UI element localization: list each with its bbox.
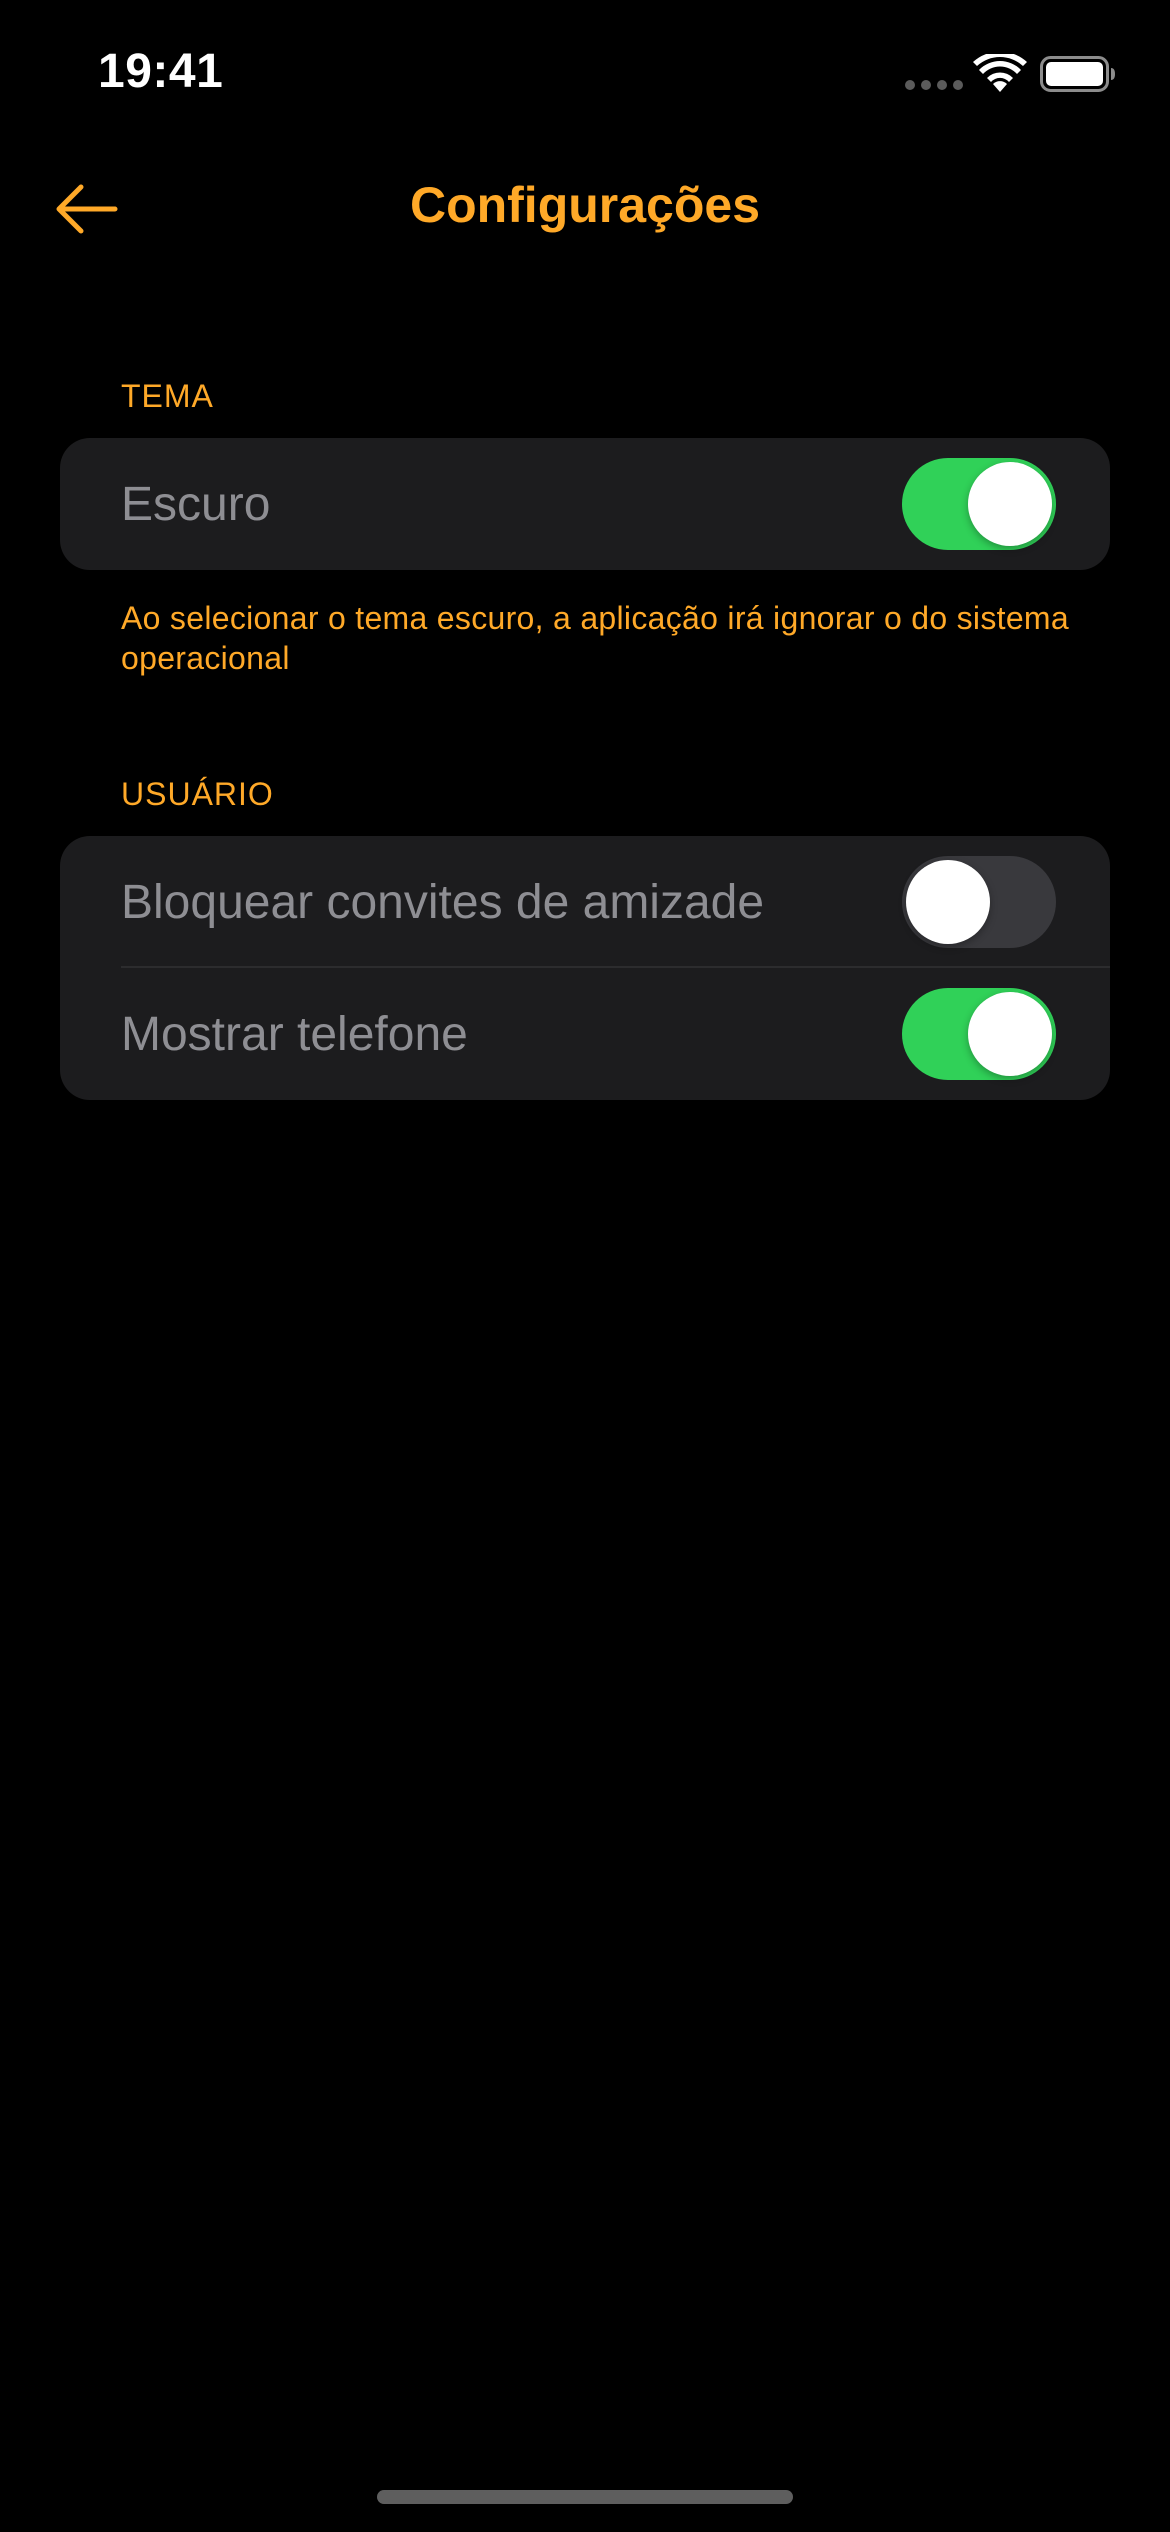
home-indicator[interactable] — [377, 2490, 793, 2504]
settings-group-theme: Escuro — [60, 438, 1110, 570]
show-phone-toggle[interactable] — [902, 988, 1056, 1080]
setting-row-show-phone: Mostrar telefone — [60, 968, 1110, 1100]
setting-label-block-invites: Bloquear convites de amizade — [121, 875, 765, 929]
toggle-knob — [968, 992, 1052, 1076]
section-header-theme: TEMA — [121, 378, 214, 414]
battery-icon — [1040, 56, 1115, 92]
page-title: Configurações — [409, 177, 761, 233]
settings-group-user: Bloquear convites de amizade Mostrar tel… — [60, 836, 1110, 1100]
setting-label-show-phone: Mostrar telefone — [121, 1007, 468, 1061]
navigation-bar: Configurações — [0, 150, 1170, 270]
status-bar: 19:41 — [0, 0, 1170, 150]
theme-footer-note: Ao selecionar o tema escuro, a aplicação… — [121, 600, 1069, 676]
dark-theme-toggle[interactable] — [902, 458, 1056, 550]
setting-label-dark-theme: Escuro — [121, 477, 271, 531]
toggle-knob — [906, 860, 990, 944]
status-time: 19:41 — [98, 45, 224, 98]
toggle-knob — [968, 462, 1052, 546]
section-header-user: USUÁRIO — [121, 776, 274, 812]
setting-row-dark-theme: Escuro — [60, 438, 1110, 570]
wifi-icon — [973, 54, 1027, 92]
cellular-signal-icon — [905, 80, 963, 90]
block-invites-toggle[interactable] — [902, 856, 1056, 948]
setting-row-block-invites: Bloquear convites de amizade — [60, 836, 1110, 968]
